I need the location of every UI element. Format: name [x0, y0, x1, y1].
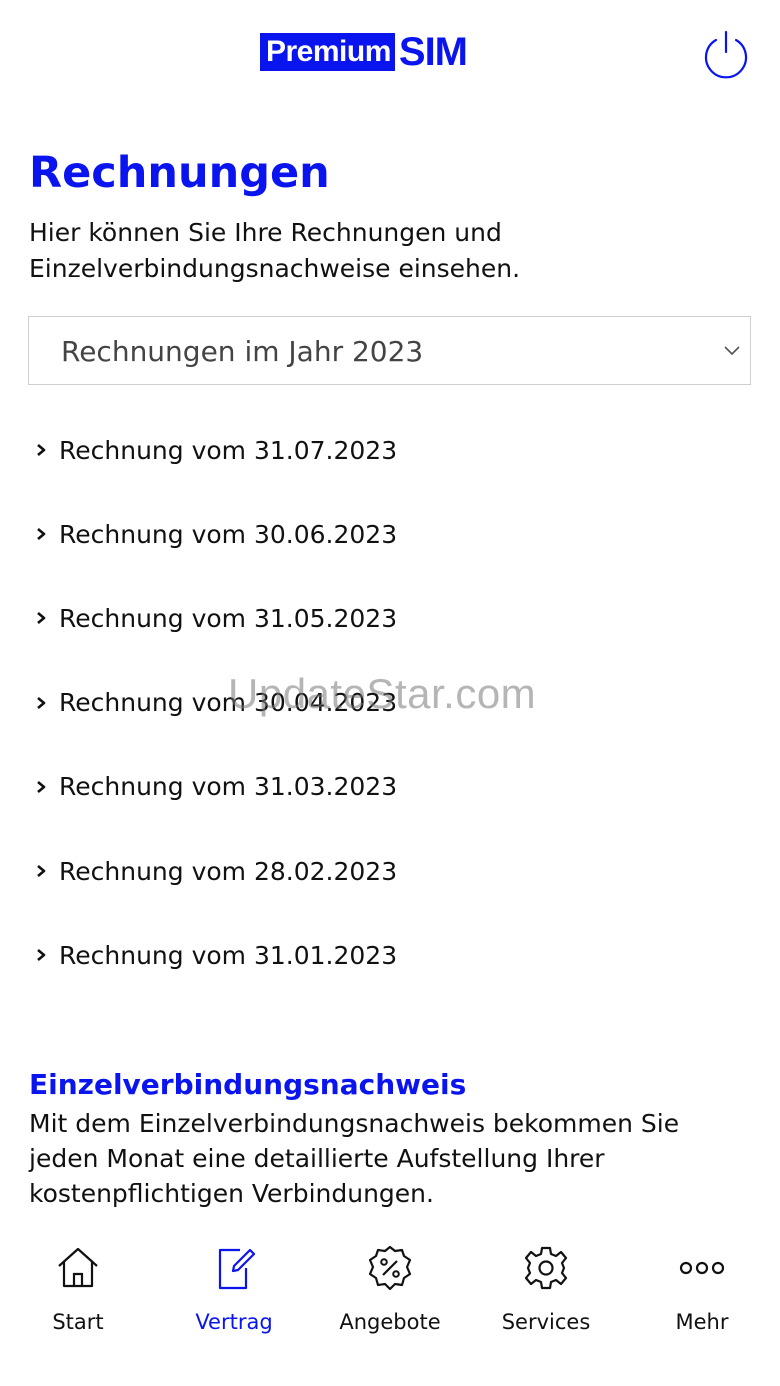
invoice-label: Rechnung vom 28.02.2023: [59, 856, 398, 886]
invoice-list: Rechnung vom 31.07.2023 Rechnung vom 30.…: [29, 408, 749, 997]
year-select[interactable]: Rechnungen im Jahr 2023: [28, 316, 751, 385]
chevron-right-icon: [37, 949, 46, 962]
chevron-right-icon: [37, 780, 46, 793]
chevron-down-icon: [724, 346, 740, 356]
invoice-label: Rechnung vom 31.07.2023: [59, 435, 398, 465]
chevron-right-icon: [37, 444, 46, 457]
chevron-right-icon: [37, 865, 46, 878]
nav-start-label: Start: [52, 1310, 104, 1334]
contract-edit-icon: [218, 1248, 256, 1290]
nav-angebote-label: Angebote: [339, 1310, 441, 1334]
more-dots-icon: [679, 1261, 725, 1275]
year-select-value: Rechnungen im Jahr 2023: [61, 335, 424, 368]
invoice-link[interactable]: Rechnung vom 30.06.2023: [29, 492, 749, 576]
invoice-link[interactable]: Rechnung vom 28.02.2023: [29, 829, 749, 913]
page-title: Rechnungen: [29, 148, 330, 198]
app-header: Premium SIM: [0, 0, 780, 110]
nav-mehr-label: Mehr: [675, 1310, 729, 1334]
premiumsim-logo: Premium SIM: [260, 30, 468, 74]
chevron-right-icon: [37, 612, 46, 625]
invoice-link[interactable]: Rechnung vom 31.01.2023: [29, 913, 749, 997]
nav-angebote[interactable]: Angebote: [312, 1222, 468, 1386]
page-intro: Hier können Sie Ihre Rechnungen und Einz…: [29, 218, 521, 283]
logo-sim-text: SIM: [398, 30, 468, 74]
percent-badge-icon: [368, 1245, 412, 1291]
gear-icon: [524, 1246, 568, 1290]
evn-description: Mit dem Einzelverbindungsnachweis bekomm…: [29, 1109, 680, 1208]
nav-vertrag-label: Vertrag: [195, 1310, 273, 1334]
bottom-navigation: Start Vertrag Angebote Services Mehr: [0, 1222, 780, 1386]
evn-title: Einzelverbindungsnachweis: [29, 1068, 467, 1101]
invoice-label: Rechnung vom 31.03.2023: [59, 772, 398, 802]
nav-mehr[interactable]: Mehr: [624, 1222, 780, 1386]
invoice-link[interactable]: Rechnung vom 30.04.2023: [29, 661, 749, 745]
invoice-link[interactable]: Rechnung vom 31.05.2023: [29, 576, 749, 660]
nav-services-label: Services: [501, 1310, 591, 1334]
invoice-label: Rechnung vom 31.05.2023: [59, 603, 398, 633]
chevron-right-icon: [37, 528, 46, 541]
invoice-label: Rechnung vom 31.01.2023: [59, 940, 398, 970]
home-icon: [58, 1247, 98, 1288]
nav-services[interactable]: Services: [468, 1222, 624, 1386]
power-icon[interactable]: [700, 28, 752, 80]
chevron-right-icon: [37, 696, 46, 709]
nav-start[interactable]: Start: [0, 1222, 156, 1386]
invoice-label: Rechnung vom 30.04.2023: [59, 688, 398, 718]
nav-vertrag[interactable]: Vertrag: [156, 1222, 312, 1386]
invoice-link[interactable]: Rechnung vom 31.03.2023: [29, 745, 749, 829]
invoice-label: Rechnung vom 30.06.2023: [59, 519, 398, 549]
invoice-link[interactable]: Rechnung vom 31.07.2023: [29, 408, 749, 492]
logo-premium-text: Premium: [260, 33, 395, 71]
